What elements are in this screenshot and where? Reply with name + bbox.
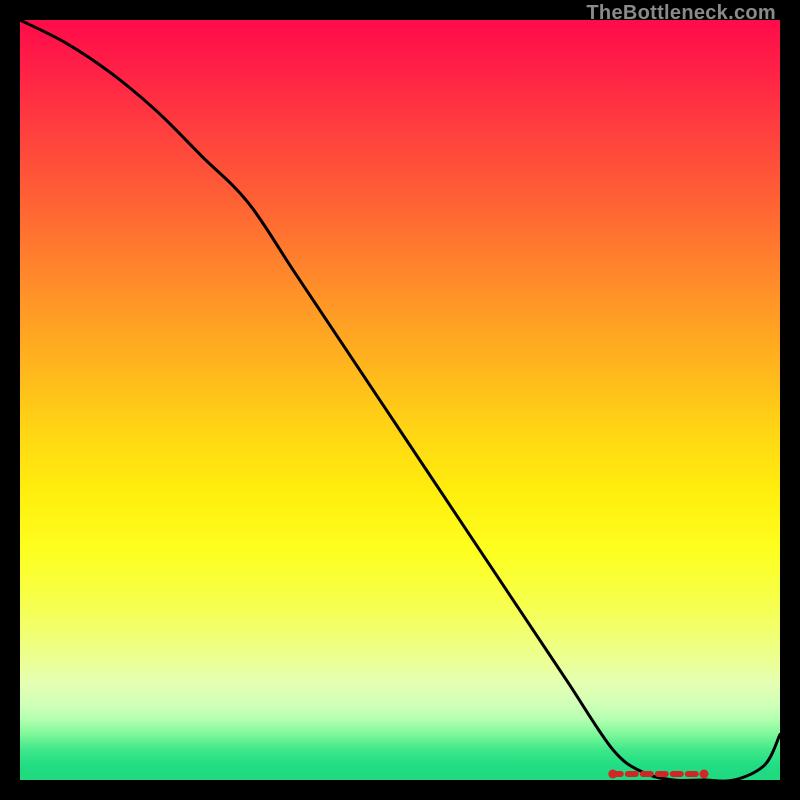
- marker-dot-end: [700, 770, 709, 779]
- chart-plot-area: [20, 20, 780, 780]
- chart-frame: [20, 20, 780, 780]
- bottleneck-curve: [20, 20, 780, 781]
- marker-dot-start: [608, 770, 617, 779]
- chart-svg: [20, 20, 780, 780]
